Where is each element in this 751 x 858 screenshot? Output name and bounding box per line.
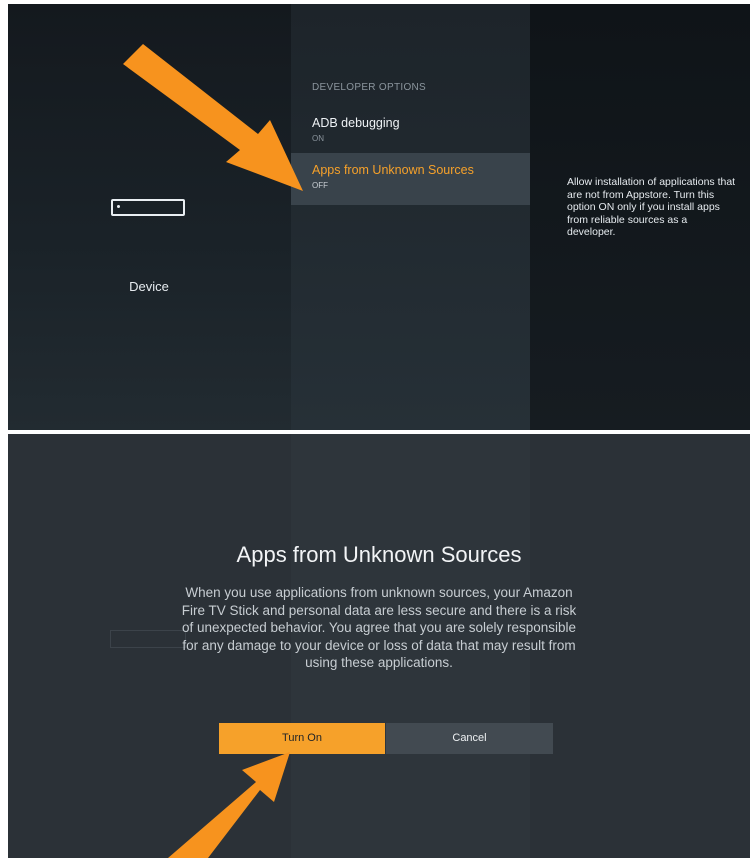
menu-column bbox=[291, 4, 530, 430]
device-icon bbox=[111, 199, 185, 216]
menu-item-status: OFF bbox=[312, 181, 328, 190]
developer-options-screen: Device DEVELOPER OPTIONS ADB debugging O… bbox=[8, 4, 750, 430]
arrow-pointer-icon bbox=[168, 752, 290, 858]
section-heading: DEVELOPER OPTIONS bbox=[312, 82, 427, 93]
cancel-button[interactable]: Cancel bbox=[386, 723, 553, 754]
arrow-pointer-icon bbox=[123, 44, 303, 191]
menu-item-status: ON bbox=[312, 134, 324, 143]
turn-on-button[interactable]: Turn On bbox=[219, 723, 385, 754]
dimmed-device-icon bbox=[110, 630, 186, 648]
menu-item-label: ADB debugging bbox=[312, 116, 400, 130]
menu-item-label: Apps from Unknown Sources bbox=[312, 163, 474, 177]
device-led bbox=[117, 205, 120, 208]
menu-item-unknown-sources[interactable]: Apps from Unknown Sources OFF bbox=[291, 153, 530, 205]
dialog-body: When you use applications from unknown s… bbox=[181, 585, 577, 670]
dialog-title: Apps from Unknown Sources bbox=[236, 542, 522, 567]
unknown-sources-dialog-screen: Apps from Unknown Sources When you use a… bbox=[8, 434, 750, 858]
menu-item-adb-debugging[interactable]: ADB debugging ON bbox=[291, 106, 530, 158]
help-text: Allow installation of applications that … bbox=[567, 176, 736, 238]
device-label: Device bbox=[129, 279, 169, 294]
